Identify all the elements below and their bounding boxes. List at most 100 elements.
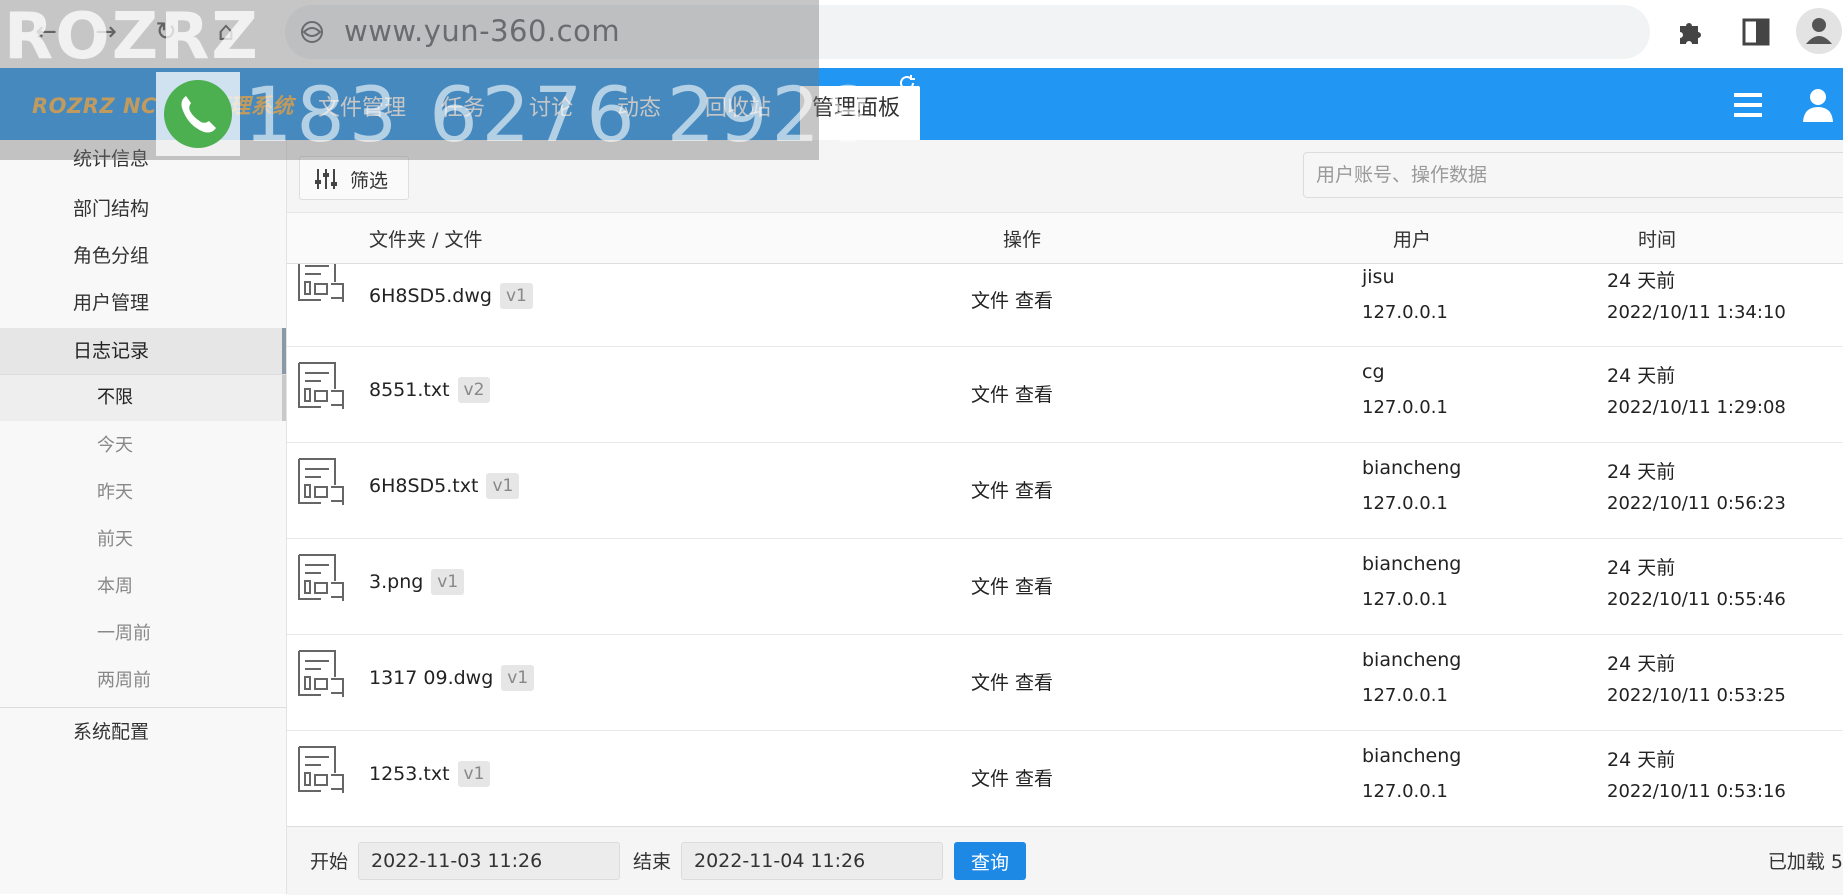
table-header: 文件夹 / 文件 操作 用户 时间 [287,213,1843,264]
filter-label: 筛选 [350,170,389,192]
file-icon [298,650,344,697]
refresh-icon[interactable] [897,73,917,93]
end-date-input[interactable] [681,842,943,880]
tab-admin-panel[interactable]: 管理面板 [800,86,920,140]
user-icon[interactable] [1802,88,1834,122]
file-icon [298,554,344,601]
operation-text: 文件 查看 [971,290,1054,312]
menu-icon[interactable] [1733,90,1763,120]
sidebar-sub-this-week[interactable]: 本周 [0,564,286,610]
table-row[interactable]: 8551.txt v2 文件 查看 cg 127.0.0.1 24 天前 2022… [287,347,1843,443]
sidebar-sub-today[interactable]: 今天 [0,423,286,469]
sidebar: 统计信息 部门结构 角色分组 用户管理 日志记录 不限 今天 昨天 前天 本周 … [0,140,287,894]
file-name[interactable]: 8551.txt v2 [369,377,491,403]
user-name: biancheng [1362,649,1462,671]
absolute-time: 2022/10/11 0:53:25 [1607,685,1786,706]
tab-file-manage[interactable]: 文件管理 [318,90,406,122]
version-badge: v2 [457,377,491,403]
user-name: biancheng [1362,457,1462,479]
operation-text: 文件 查看 [971,576,1054,598]
absolute-time: 2022/10/11 0:55:46 [1607,589,1786,610]
tab-recycle-bin[interactable]: 回收站 [705,90,771,122]
side-panel-icon[interactable] [1738,14,1774,50]
operation-text: 文件 查看 [971,384,1054,406]
start-date-input[interactable] [358,842,620,880]
sidebar-item-users[interactable]: 用户管理 [0,280,286,326]
operation-text: 文件 查看 [971,768,1054,790]
sidebar-sub-yesterday[interactable]: 昨天 [0,470,286,516]
absolute-time: 2022/10/11 0:56:23 [1607,493,1786,514]
user-name: biancheng [1362,745,1462,767]
column-header-file[interactable]: 文件夹 / 文件 [369,225,482,252]
profile-avatar[interactable] [1796,8,1842,54]
absolute-time: 2022/10/11 1:34:10 [1607,302,1786,323]
sidebar-item-roles[interactable]: 角色分组 [0,233,286,279]
sidebar-item-logs[interactable]: 日志记录 [0,328,286,374]
user-name: cg [1362,361,1385,383]
file-icon [298,362,344,409]
tab-activity[interactable]: 动态 [617,90,661,122]
sidebar-item-system-config[interactable]: 系统配置 [0,709,286,755]
file-icon [298,264,344,302]
table-row[interactable]: 3.png v1 文件 查看 biancheng 127.0.0.1 24 天前 … [287,539,1843,635]
loaded-count: 已加载 5 [1767,851,1843,873]
relative-time: 24 天前 [1607,365,1676,387]
date-range-footer: 开始 结束 查询 已加载 5 [287,826,1843,895]
user-ip: 127.0.0.1 [1362,493,1448,514]
start-label: 开始 [310,851,349,873]
table-row[interactable]: 6H8SD5.dwg v1 文件 查看 jisu 127.0.0.1 24 天前 … [287,264,1843,347]
search-input[interactable] [1303,152,1843,198]
sidebar-sub-all[interactable]: 不限 [0,375,286,421]
forward-icon[interactable]: → [88,14,124,50]
app-logo: ROZRZ NC 文档管理系统 [32,94,294,118]
user-name: biancheng [1362,553,1462,575]
relative-time: 24 天前 [1607,461,1676,483]
version-badge: v1 [486,473,520,499]
operation-text: 文件 查看 [971,672,1054,694]
home-icon[interactable]: ⌂ [208,14,244,50]
version-badge: v1 [499,283,533,309]
absolute-time: 2022/10/11 1:29:08 [1607,397,1786,418]
relative-time: 24 天前 [1607,270,1676,292]
url-text[interactable]: www.yun-360.com [344,14,620,48]
file-name[interactable]: 1317 09.dwg v1 [369,665,535,691]
file-name[interactable]: 6H8SD5.dwg v1 [369,283,533,309]
version-badge: v1 [431,569,465,595]
sidebar-item-statistics[interactable]: 统计信息 [0,136,286,182]
file-name[interactable]: 1253.txt v1 [369,761,491,787]
sidebar-sub-two-weeks-ago[interactable]: 两周前 [0,658,286,704]
user-ip: 127.0.0.1 [1362,781,1448,802]
relative-time: 24 天前 [1607,653,1676,675]
back-icon[interactable]: ← [28,14,64,50]
column-header-time[interactable]: 时间 [1638,225,1676,252]
end-label: 结束 [633,851,672,873]
column-header-operation[interactable]: 操作 [1003,225,1041,252]
file-name[interactable]: 3.png v1 [369,569,465,595]
query-button[interactable]: 查询 [954,842,1026,880]
sidebar-sub-one-week-ago[interactable]: 一周前 [0,611,286,657]
sidebar-item-departments[interactable]: 部门结构 [0,186,286,232]
user-ip: 127.0.0.1 [1362,302,1448,323]
column-header-user[interactable]: 用户 [1393,225,1431,252]
table-row[interactable]: 6H8SD5.txt v1 文件 查看 biancheng 127.0.0.1 2… [287,443,1843,539]
sidebar-sub-day-before[interactable]: 前天 [0,517,286,563]
relative-time: 24 天前 [1607,557,1676,579]
extensions-icon[interactable] [1672,14,1708,50]
file-name[interactable]: 6H8SD5.txt v1 [369,473,520,499]
sidebar-divider [0,707,286,708]
user-ip: 127.0.0.1 [1362,685,1448,706]
relative-time: 24 天前 [1607,749,1676,771]
absolute-time: 2022/10/11 0:53:16 [1607,781,1786,802]
filter-button[interactable]: 筛选 [299,156,409,200]
app-header: ROZRZ NC 文档管理系统 文件管理 任务 讨论 动态 回收站 管理面板 [0,68,1843,140]
table-row[interactable]: 1253.txt v1 文件 查看 biancheng 127.0.0.1 24 … [287,731,1843,824]
user-name: jisu [1362,266,1395,288]
table-row[interactable]: 1317 09.dwg v1 文件 查看 biancheng 127.0.0.1 … [287,635,1843,731]
site-info-icon[interactable] [298,18,326,46]
reload-icon[interactable]: ↻ [148,14,184,50]
user-ip: 127.0.0.1 [1362,397,1448,418]
tab-discussion[interactable]: 讨论 [529,90,573,122]
tab-tasks[interactable]: 任务 [441,90,485,122]
sliders-icon [315,169,337,189]
version-badge: v1 [501,665,535,691]
